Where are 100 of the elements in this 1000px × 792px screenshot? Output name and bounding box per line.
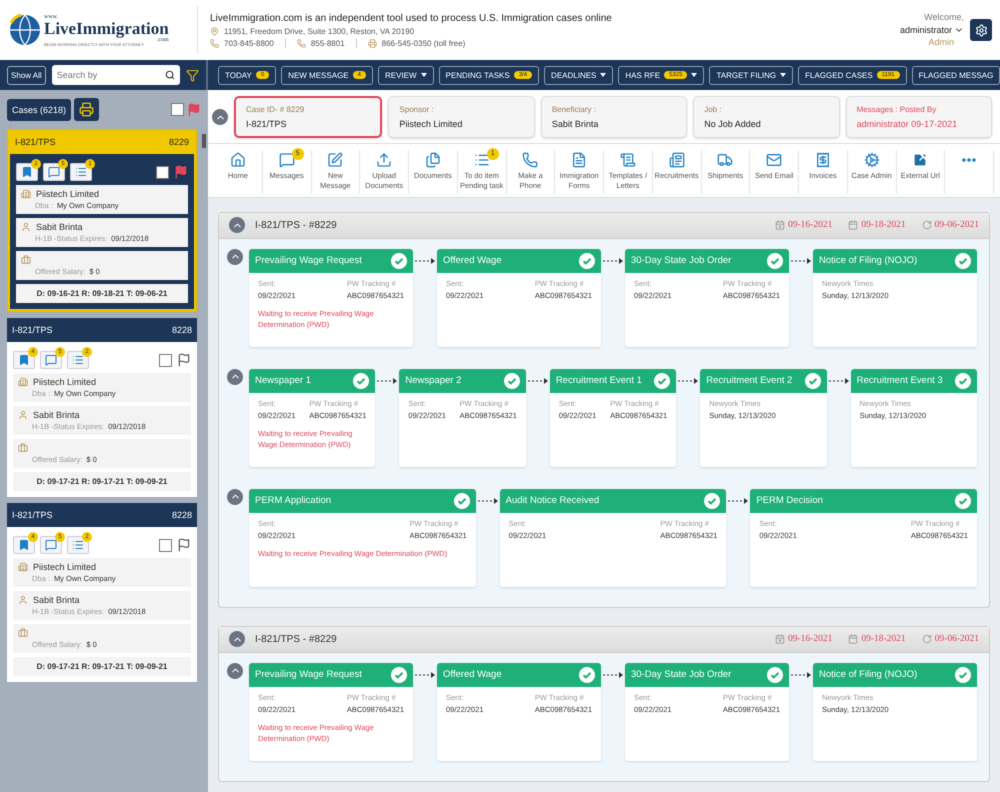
bookmark-icon	[21, 166, 33, 178]
user-name[interactable]: administrator	[900, 24, 964, 36]
step-header: Recruitment Event 1	[550, 368, 676, 392]
filter-icon[interactable]	[186, 68, 199, 82]
collapse-button[interactable]	[227, 488, 243, 504]
briefcase-icon	[21, 255, 31, 265]
case-number: 8229	[168, 137, 189, 147]
step-header: Recruitment Event 3	[850, 368, 978, 392]
dotted-arrow	[726, 496, 750, 504]
checkbox[interactable]	[159, 538, 172, 552]
person-icon	[18, 595, 28, 605]
calendar-x-icon	[775, 634, 786, 644]
chat-icon	[278, 152, 295, 168]
filter-button[interactable]: TARGET FILING	[709, 66, 794, 84]
search-field[interactable]: Search by	[52, 65, 180, 85]
filter-button[interactable]: FLAGGED MESSAG	[912, 66, 1000, 84]
step-header: PERM Decision	[750, 488, 978, 512]
more-icon	[962, 158, 976, 162]
panel-title: I-821/TPS - #8229	[255, 634, 337, 644]
globe-logo-icon	[8, 13, 42, 47]
scrollbar[interactable]	[202, 134, 206, 148]
step-header: Recruitment Event 2	[700, 368, 827, 392]
scroll-icon	[620, 152, 636, 168]
summary-card[interactable]: Messages : Posted By administrator 09-17-2021	[846, 96, 992, 138]
dotted-arrow	[375, 376, 400, 384]
print-button[interactable]	[74, 98, 100, 121]
summary-label: Beneficiary :	[552, 105, 597, 114]
gear-icon	[864, 152, 880, 168]
settings-button[interactable]	[970, 19, 992, 41]
company-name: Piistech Limited	[36, 189, 100, 199]
refresh-icon	[922, 220, 932, 230]
person-name: Sabit Brinta	[33, 410, 80, 420]
printer-icon	[79, 102, 94, 117]
step-header: Offered Wage	[437, 248, 601, 272]
show-all-button[interactable]: Show All	[7, 66, 46, 84]
search-icon[interactable]	[165, 70, 175, 80]
collapse-button[interactable]	[227, 368, 243, 384]
collapse-button[interactable]	[229, 631, 245, 647]
welcome-text: Welcome,	[924, 11, 964, 24]
summary-card[interactable]: Job : No Job Added	[693, 96, 840, 138]
files-icon	[424, 152, 441, 168]
summary-label: Sponsor :	[399, 105, 435, 114]
phone-icon	[210, 38, 219, 48]
calendar-icon	[848, 220, 858, 230]
fax-icon	[368, 38, 377, 48]
phone-number: 855-8801	[310, 38, 345, 48]
bookmark-icon	[18, 539, 30, 551]
checkbox[interactable]	[159, 354, 172, 366]
cases-button[interactable]: Cases (6218)	[7, 98, 72, 120]
summary-label: Job :	[704, 105, 723, 114]
dotted-arrow	[789, 670, 813, 678]
briefcase-icon	[18, 628, 28, 638]
upload-icon	[376, 152, 392, 168]
step-header: Newspaper 1	[249, 368, 376, 392]
person-name: Sabit Brinta	[36, 222, 83, 232]
collapse-button[interactable]	[227, 662, 243, 678]
filter-button[interactable]: DEADLINES	[544, 66, 614, 84]
filter-button[interactable]: REVIEW	[378, 66, 434, 84]
date-text: 09-18-2021	[861, 220, 906, 230]
step-header: Notice of Filing (NOJO)	[813, 248, 977, 272]
dotted-arrow	[526, 376, 550, 384]
case-type: I-821/TPS	[12, 510, 53, 520]
person-icon	[18, 410, 28, 420]
panel-title: I-821/TPS - #8229	[255, 220, 337, 230]
external-link-icon	[912, 152, 928, 168]
summary-card[interactable]: Case ID- # 8229 I-821/TPS	[234, 96, 382, 138]
case-type: I-821/TPS	[12, 325, 53, 335]
home-icon	[230, 152, 246, 168]
receipt-icon	[814, 152, 831, 168]
case-dates: D: 09-17-21 R: 09-17-21 T: 09-09-21	[13, 657, 191, 676]
dotted-arrow	[676, 376, 700, 384]
collapse-button[interactable]	[229, 217, 245, 233]
dotted-arrow	[601, 256, 625, 264]
user-role: Admin	[928, 36, 954, 49]
collapse-button[interactable]	[227, 248, 243, 264]
summary-card[interactable]: Beneficiary : Sabit Brinta	[540, 96, 688, 138]
checkbox[interactable]	[156, 166, 169, 178]
building-icon	[18, 562, 28, 572]
step-header: PERM Application	[249, 488, 476, 512]
case-number: 8228	[172, 510, 192, 520]
date-text: 09-16-2021	[788, 634, 832, 644]
company-name: Piistech Limited	[33, 562, 96, 572]
phone-number: 866-545-0350 (toll free)	[382, 38, 466, 48]
summary-card[interactable]: Sponsor : Piistech Limited	[388, 96, 535, 138]
step-header: Offered Wage	[437, 662, 601, 686]
summary-value: Piistech Limited	[399, 119, 464, 129]
pin-icon	[210, 26, 219, 36]
case-dates: D: 09-16-21 R: 09-18-21 T: 09-06-21	[16, 284, 188, 303]
checkbox[interactable]	[171, 103, 184, 116]
dotted-arrow	[476, 496, 500, 504]
logo-text: LiveImmigration	[44, 20, 169, 36]
step-header: 30-Day State Job Order	[625, 248, 789, 272]
step-header: Notice of Filing (NOJO)	[813, 662, 977, 686]
phone-icon	[296, 38, 306, 48]
case-type: I-821/TPS	[15, 137, 56, 147]
phone-icon	[522, 152, 538, 168]
flag-icon[interactable]	[177, 538, 191, 552]
collapse-button[interactable]	[212, 109, 228, 125]
flag-icon[interactable]	[174, 165, 188, 179]
flag-icon[interactable]	[177, 353, 191, 367]
